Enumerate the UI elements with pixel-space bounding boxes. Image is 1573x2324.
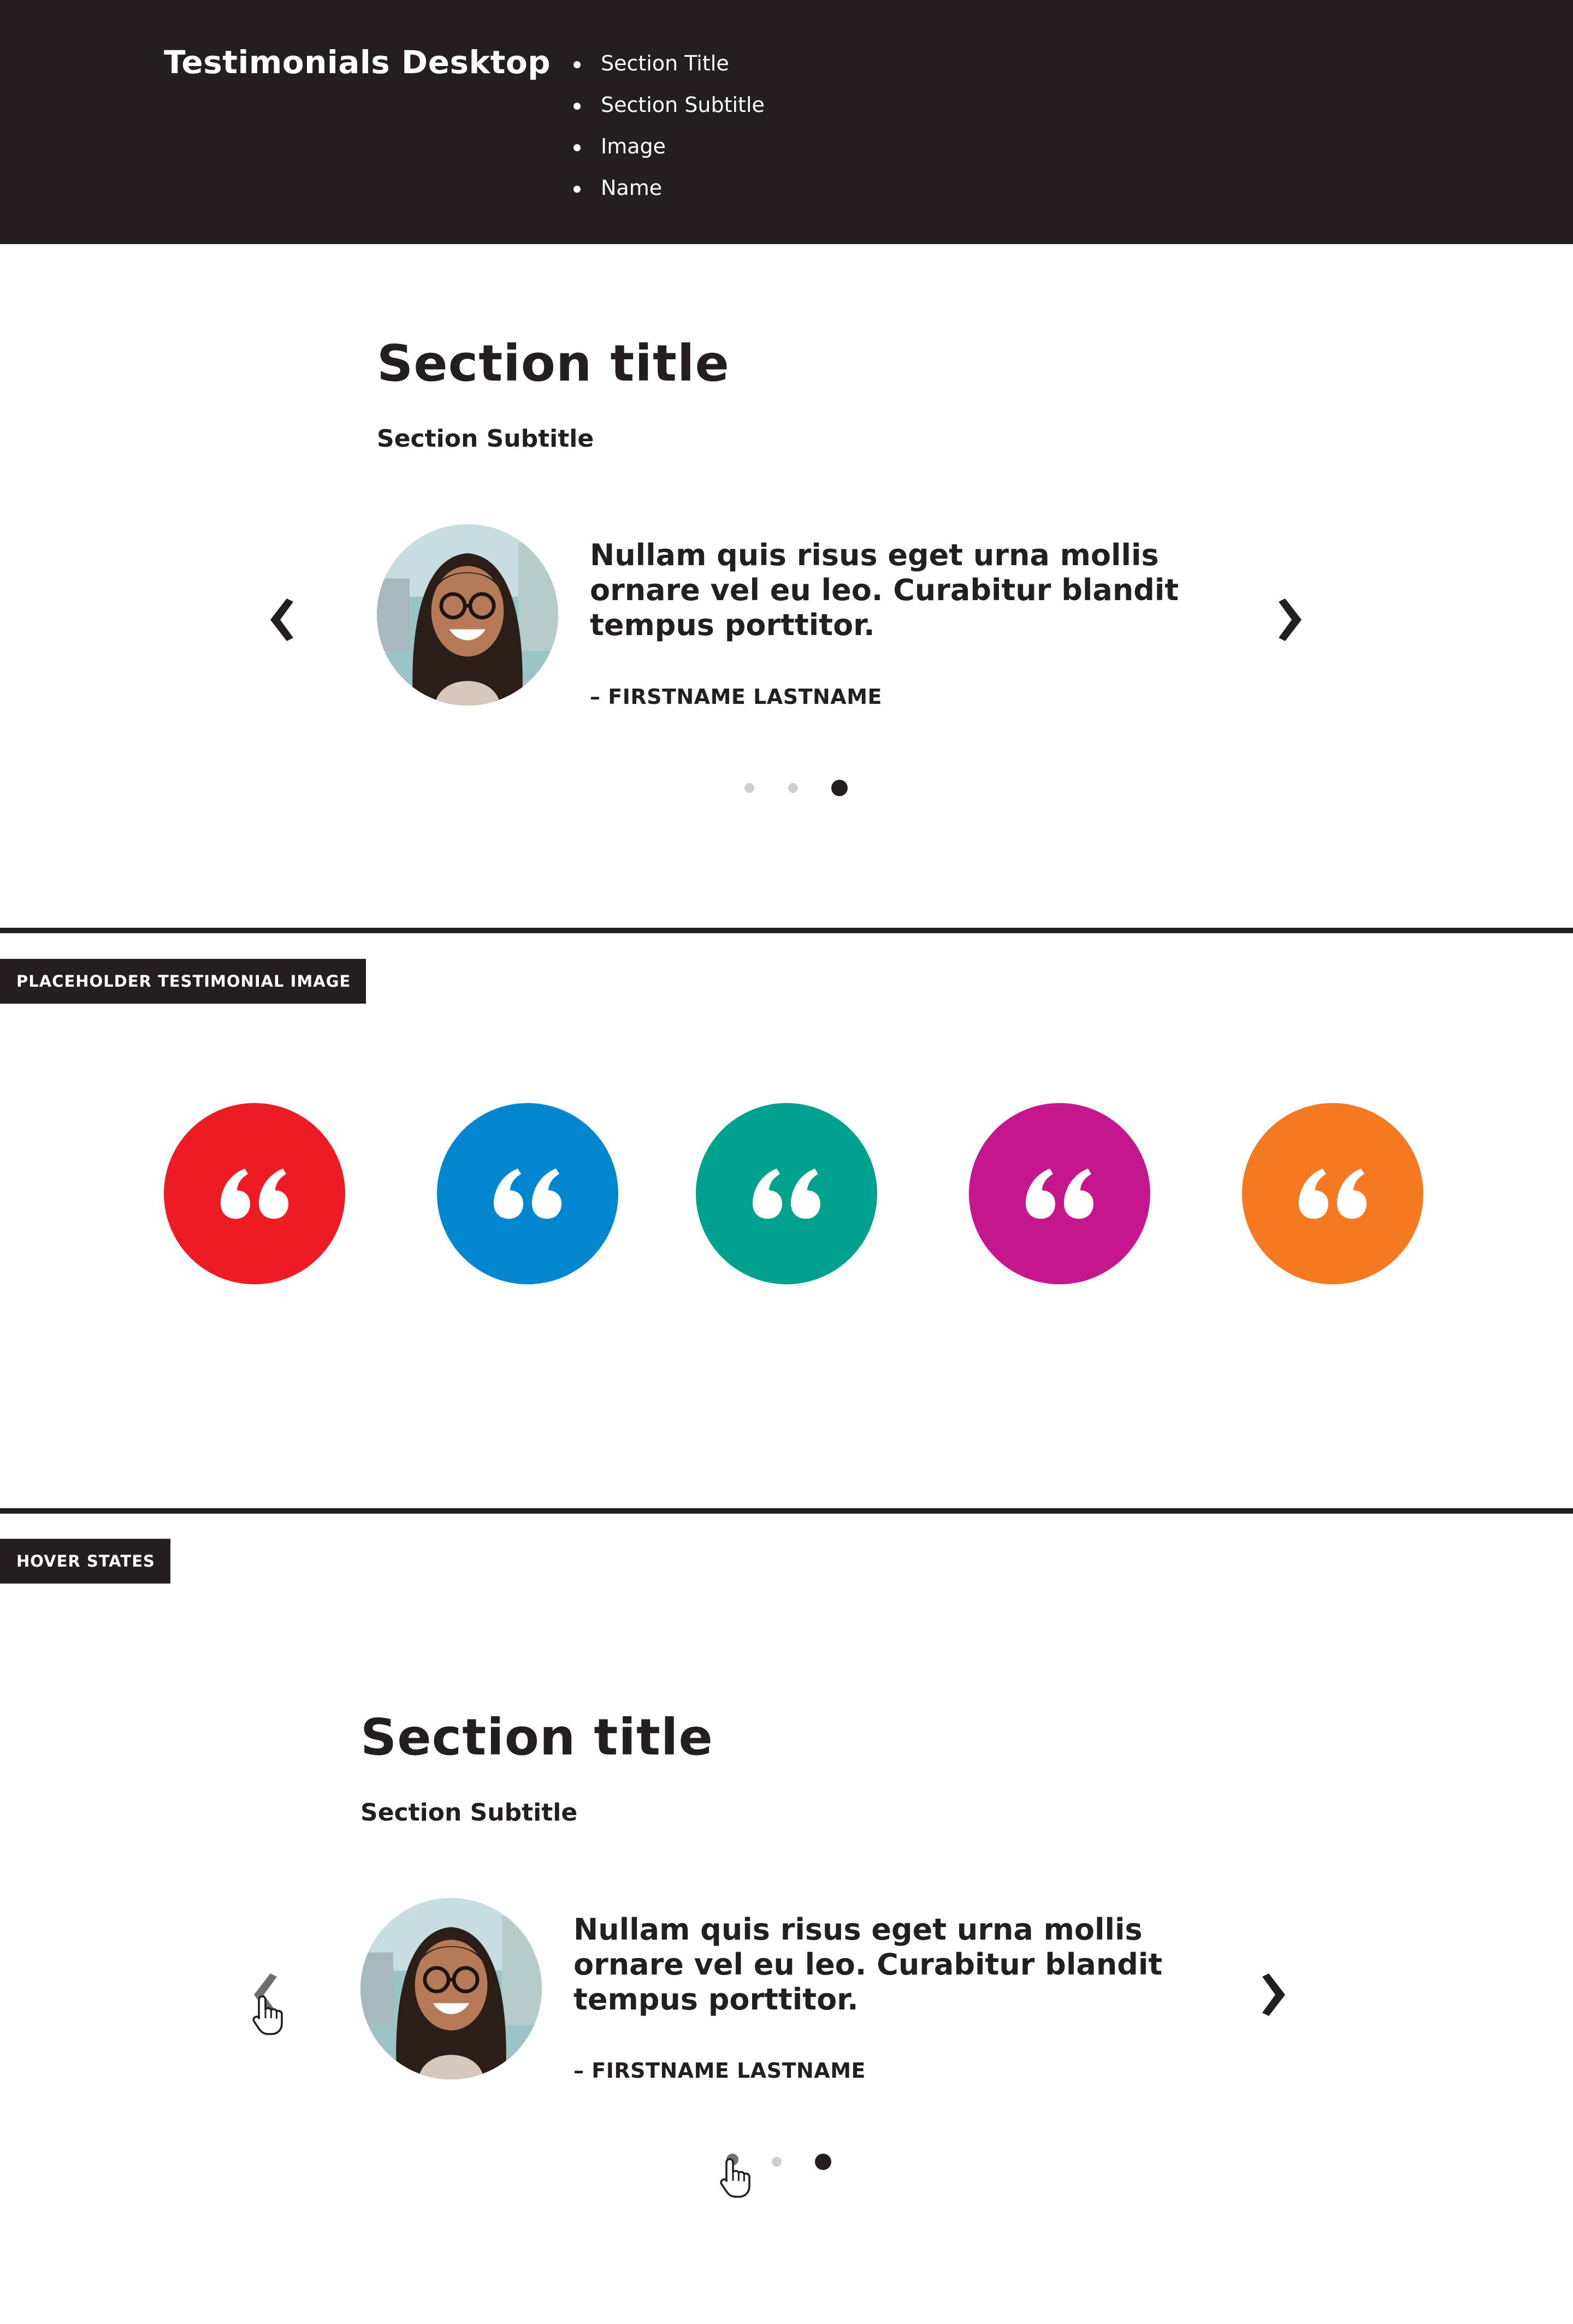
testimonial-author: – FIRSTNAME LASTNAME xyxy=(573,2059,866,2083)
header-bar: Testimonials Desktop Section Title Secti… xyxy=(0,0,1573,244)
list-item: Image xyxy=(573,131,765,173)
placeholder-image-magenta xyxy=(969,1103,1150,1284)
placeholder-image-orange xyxy=(1242,1103,1423,1284)
slide-dot-1[interactable] xyxy=(744,783,754,793)
list-item: Section Subtitle xyxy=(573,90,765,131)
testimonial-author: – FIRSTNAME LASTNAME xyxy=(590,685,882,709)
slide-dot-3-active[interactable] xyxy=(831,780,848,796)
slide-dot-3-active[interactable] xyxy=(815,2154,831,2170)
quote-icon xyxy=(1299,1169,1367,1219)
quote-icon xyxy=(753,1169,820,1219)
avatar xyxy=(377,524,558,706)
chevron-right-icon[interactable] xyxy=(1273,595,1311,644)
section-title: Section title xyxy=(377,334,730,393)
hand-pointer-icon xyxy=(252,1994,283,2036)
testimonial-quote: Nullam quis risus eget urna mollis ornar… xyxy=(590,538,1179,642)
avatar xyxy=(360,1898,542,2079)
section-divider xyxy=(0,928,1573,933)
section-label: HOVER STATES xyxy=(0,1539,170,1584)
page-title: Testimonials Desktop xyxy=(164,44,551,81)
quote-icon xyxy=(1026,1169,1093,1219)
testimonial-quote: Nullam quis risus eget urna mollis ornar… xyxy=(573,1912,1163,2017)
section-label: PLACEHOLDER TESTIMONIAL IMAGE xyxy=(0,959,366,1004)
section-subtitle: Section Subtitle xyxy=(377,425,594,453)
hand-pointer-icon xyxy=(720,2157,750,2198)
quote-icon xyxy=(221,1169,288,1219)
chevron-left-icon[interactable] xyxy=(261,595,299,644)
list-item: Name xyxy=(573,173,765,214)
placeholder-image-blue xyxy=(437,1103,618,1284)
component-parts-list: Section Title Section Subtitle Image Nam… xyxy=(573,48,765,214)
section-subtitle: Section Subtitle xyxy=(360,1799,578,1827)
placeholder-image-teal xyxy=(696,1103,877,1284)
chevron-right-icon[interactable] xyxy=(1256,1970,1294,2019)
placeholder-image-red xyxy=(164,1103,345,1284)
section-divider xyxy=(0,1508,1573,1514)
slide-dot-2[interactable] xyxy=(788,783,798,793)
list-item: Section Title xyxy=(573,48,765,90)
slide-dot-2[interactable] xyxy=(772,2157,782,2167)
section-title: Section title xyxy=(360,1708,713,1766)
quote-icon xyxy=(494,1169,561,1219)
